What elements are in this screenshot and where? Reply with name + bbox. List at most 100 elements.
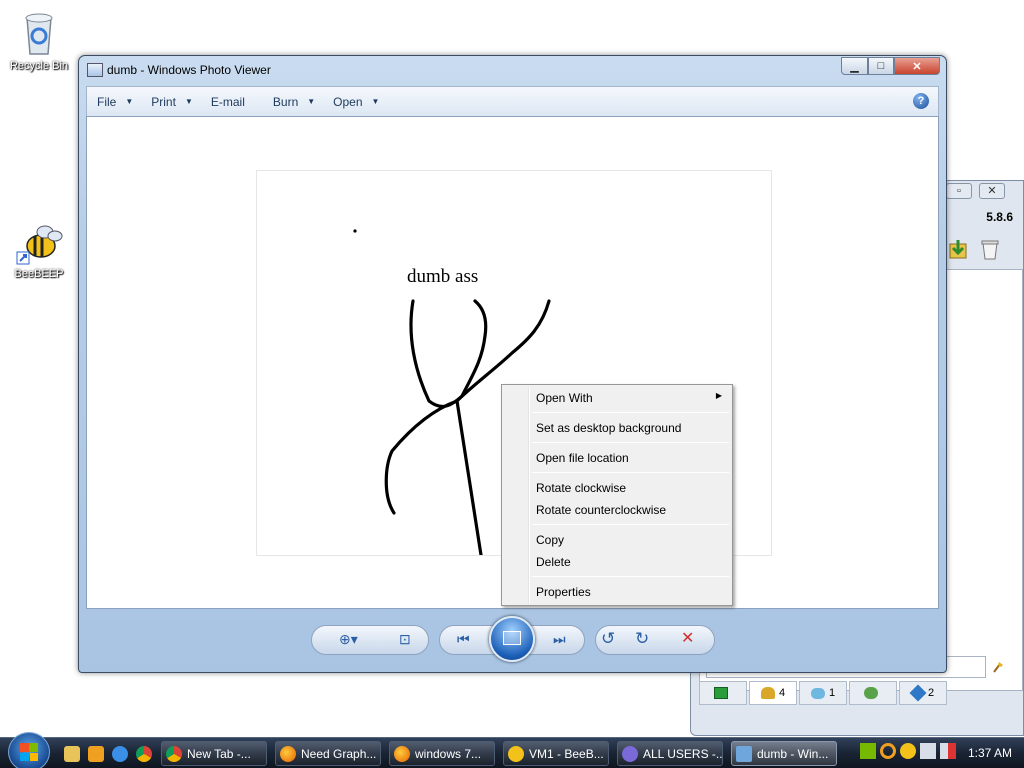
photo-viewer-icon bbox=[736, 745, 752, 762]
beebeep-close-button[interactable]: ✕ bbox=[979, 183, 1005, 199]
maximize-button[interactable]: □ bbox=[868, 57, 894, 75]
nvidia-icon[interactable] bbox=[860, 743, 876, 759]
ctx-separator bbox=[532, 472, 729, 473]
ctx-separator bbox=[532, 524, 729, 525]
beebeep-tray-icon[interactable] bbox=[900, 743, 916, 759]
help-icon[interactable]: ? bbox=[913, 93, 929, 109]
taskbar-item-photo-viewer[interactable]: dumb - Win... bbox=[731, 741, 837, 766]
taskbar-item-need-graph[interactable]: Need Graph... bbox=[275, 741, 381, 766]
folder-icon[interactable] bbox=[64, 746, 80, 762]
desktop-icon-beebeep[interactable]: BeeBEEP bbox=[4, 218, 74, 280]
taskbar-item-all-users[interactable]: ALL USERS -... bbox=[617, 741, 723, 766]
menu-print-label: Print bbox=[151, 94, 176, 109]
volume-muted-icon[interactable] bbox=[940, 743, 956, 759]
ctx-set-desktop-background[interactable]: Set as desktop background bbox=[536, 421, 681, 435]
trash-icon[interactable] bbox=[979, 238, 1001, 260]
photo-viewer-menubar: File ▼ Print ▼ E-mail Burn ▼ Open ▼ ? bbox=[86, 86, 939, 116]
slideshow-button[interactable] bbox=[489, 616, 535, 662]
close-button[interactable]: ✕ bbox=[894, 57, 940, 75]
chrome-icon bbox=[166, 745, 182, 762]
network-icon[interactable] bbox=[920, 743, 936, 759]
windows-logo-icon bbox=[20, 743, 38, 761]
taskbar-item-windows-7[interactable]: windows 7... bbox=[389, 741, 495, 766]
beebeep-tab-groups[interactable] bbox=[849, 681, 897, 705]
submenu-arrow-icon: ▶ bbox=[715, 391, 722, 400]
chat-icon bbox=[810, 687, 825, 699]
slideshow-icon bbox=[503, 631, 521, 645]
photo-viewer-titlebar[interactable]: dumb - Windows Photo Viewer ▁ □ ✕ bbox=[79, 56, 946, 84]
beebeep-label: BeeBEEP bbox=[14, 268, 64, 280]
recycle-bin-icon bbox=[25, 13, 53, 55]
actual-size-icon[interactable]: ⊡ bbox=[399, 631, 411, 647]
chevron-down-icon: ▼ bbox=[184, 97, 193, 106]
bee-icon bbox=[508, 745, 524, 762]
context-menu: Open With ▶ Set as desktop background Op… bbox=[501, 384, 733, 606]
taskbar-item-vm1-beebeep[interactable]: VM1 - BeeB... bbox=[503, 741, 609, 766]
chevron-down-icon: ▼ bbox=[125, 97, 134, 106]
beebeep-tab-computer[interactable] bbox=[699, 681, 747, 705]
start-button[interactable] bbox=[8, 732, 50, 768]
next-icon[interactable]: ⏭ bbox=[553, 631, 566, 647]
internet-explorer-icon[interactable] bbox=[112, 746, 128, 762]
ctx-separator bbox=[532, 442, 729, 443]
playback-controls: ⊕▾ ⊡ ⏮ ⏭ ↺ ↻ ✕ bbox=[309, 616, 715, 662]
menu-email[interactable]: E-mail bbox=[211, 95, 245, 109]
firefox-icon bbox=[394, 745, 410, 762]
search-icon[interactable] bbox=[880, 743, 896, 759]
beebeep-tab-share[interactable]: 2 bbox=[899, 681, 947, 705]
share-icon bbox=[909, 684, 927, 702]
rotate-clockwise-icon[interactable]: ↻ bbox=[635, 630, 649, 647]
beebeep-version: 5.8.6 bbox=[986, 210, 1013, 224]
menu-print[interactable]: Print ▼ bbox=[151, 95, 193, 109]
photo-viewer-icon bbox=[87, 63, 103, 77]
menu-open-label: Open bbox=[333, 94, 363, 109]
task-label: VM1 - BeeB... bbox=[529, 746, 604, 761]
task-label: dumb - Win... bbox=[757, 746, 829, 761]
beebeep-tab-count: 1 bbox=[828, 687, 836, 699]
download-icon[interactable] bbox=[947, 238, 969, 260]
beebeep-tab-count: 4 bbox=[778, 687, 786, 699]
bee-icon bbox=[16, 225, 63, 265]
zoom-icon[interactable]: ⊕▾ bbox=[339, 631, 358, 647]
beebeep-restore-button[interactable]: ▫ bbox=[946, 183, 972, 199]
desktop-icon-recycle-bin[interactable]: Recycle Bin bbox=[4, 8, 74, 72]
groups-icon bbox=[864, 687, 878, 699]
system-tray bbox=[860, 743, 956, 759]
menu-file[interactable]: File ▼ bbox=[97, 95, 133, 109]
taskbar: New Tab -... Need Graph... windows 7... … bbox=[0, 732, 1024, 768]
beebeep-tabs: 4 1 2 bbox=[699, 681, 1023, 709]
beebeep-tab-users[interactable]: 4 bbox=[749, 681, 797, 705]
ctx-rotate-clockwise[interactable]: Rotate clockwise bbox=[536, 481, 626, 495]
chrome-quicklaunch-icon[interactable] bbox=[136, 746, 152, 762]
recycle-bin-label: Recycle Bin bbox=[9, 60, 69, 72]
clock[interactable]: 1:37 AM bbox=[968, 746, 1012, 760]
menu-email-label: E-mail bbox=[210, 94, 245, 109]
menu-file-label: File bbox=[97, 94, 117, 109]
ctx-rotate-counterclockwise[interactable]: Rotate counterclockwise bbox=[536, 503, 666, 517]
minimize-button[interactable]: ▁ bbox=[841, 57, 868, 75]
ctx-open-with[interactable]: Open With bbox=[536, 391, 593, 405]
firefox-icon bbox=[280, 745, 296, 762]
window-title: dumb - Windows Photo Viewer bbox=[107, 63, 271, 77]
media-player-icon[interactable] bbox=[88, 746, 104, 762]
rotate-counterclockwise-icon[interactable]: ↺ bbox=[601, 630, 615, 647]
maximize-icon: □ bbox=[877, 60, 885, 72]
ctx-delete[interactable]: Delete bbox=[536, 555, 571, 569]
previous-icon[interactable]: ⏮ bbox=[457, 631, 470, 647]
menu-open[interactable]: Open ▼ bbox=[333, 95, 379, 109]
taskbar-item-new-tab[interactable]: New Tab -... bbox=[161, 741, 267, 766]
delete-icon[interactable]: ✕ bbox=[681, 631, 694, 647]
close-icon: ✕ bbox=[912, 60, 922, 73]
task-label: ALL USERS -... bbox=[643, 746, 723, 761]
ctx-separator bbox=[532, 576, 729, 577]
zoom-group bbox=[311, 625, 429, 655]
ctx-properties[interactable]: Properties bbox=[536, 585, 591, 599]
image-caption-text: dumb ass bbox=[407, 266, 479, 287]
chat-icon bbox=[622, 745, 638, 762]
task-label: Need Graph... bbox=[301, 746, 377, 761]
ctx-copy[interactable]: Copy bbox=[536, 533, 564, 547]
ctx-open-file-location[interactable]: Open file location bbox=[536, 451, 629, 465]
brush-icon[interactable] bbox=[991, 660, 1005, 674]
beebeep-tab-chat[interactable]: 1 bbox=[799, 681, 847, 705]
menu-burn[interactable]: Burn ▼ bbox=[273, 95, 315, 109]
